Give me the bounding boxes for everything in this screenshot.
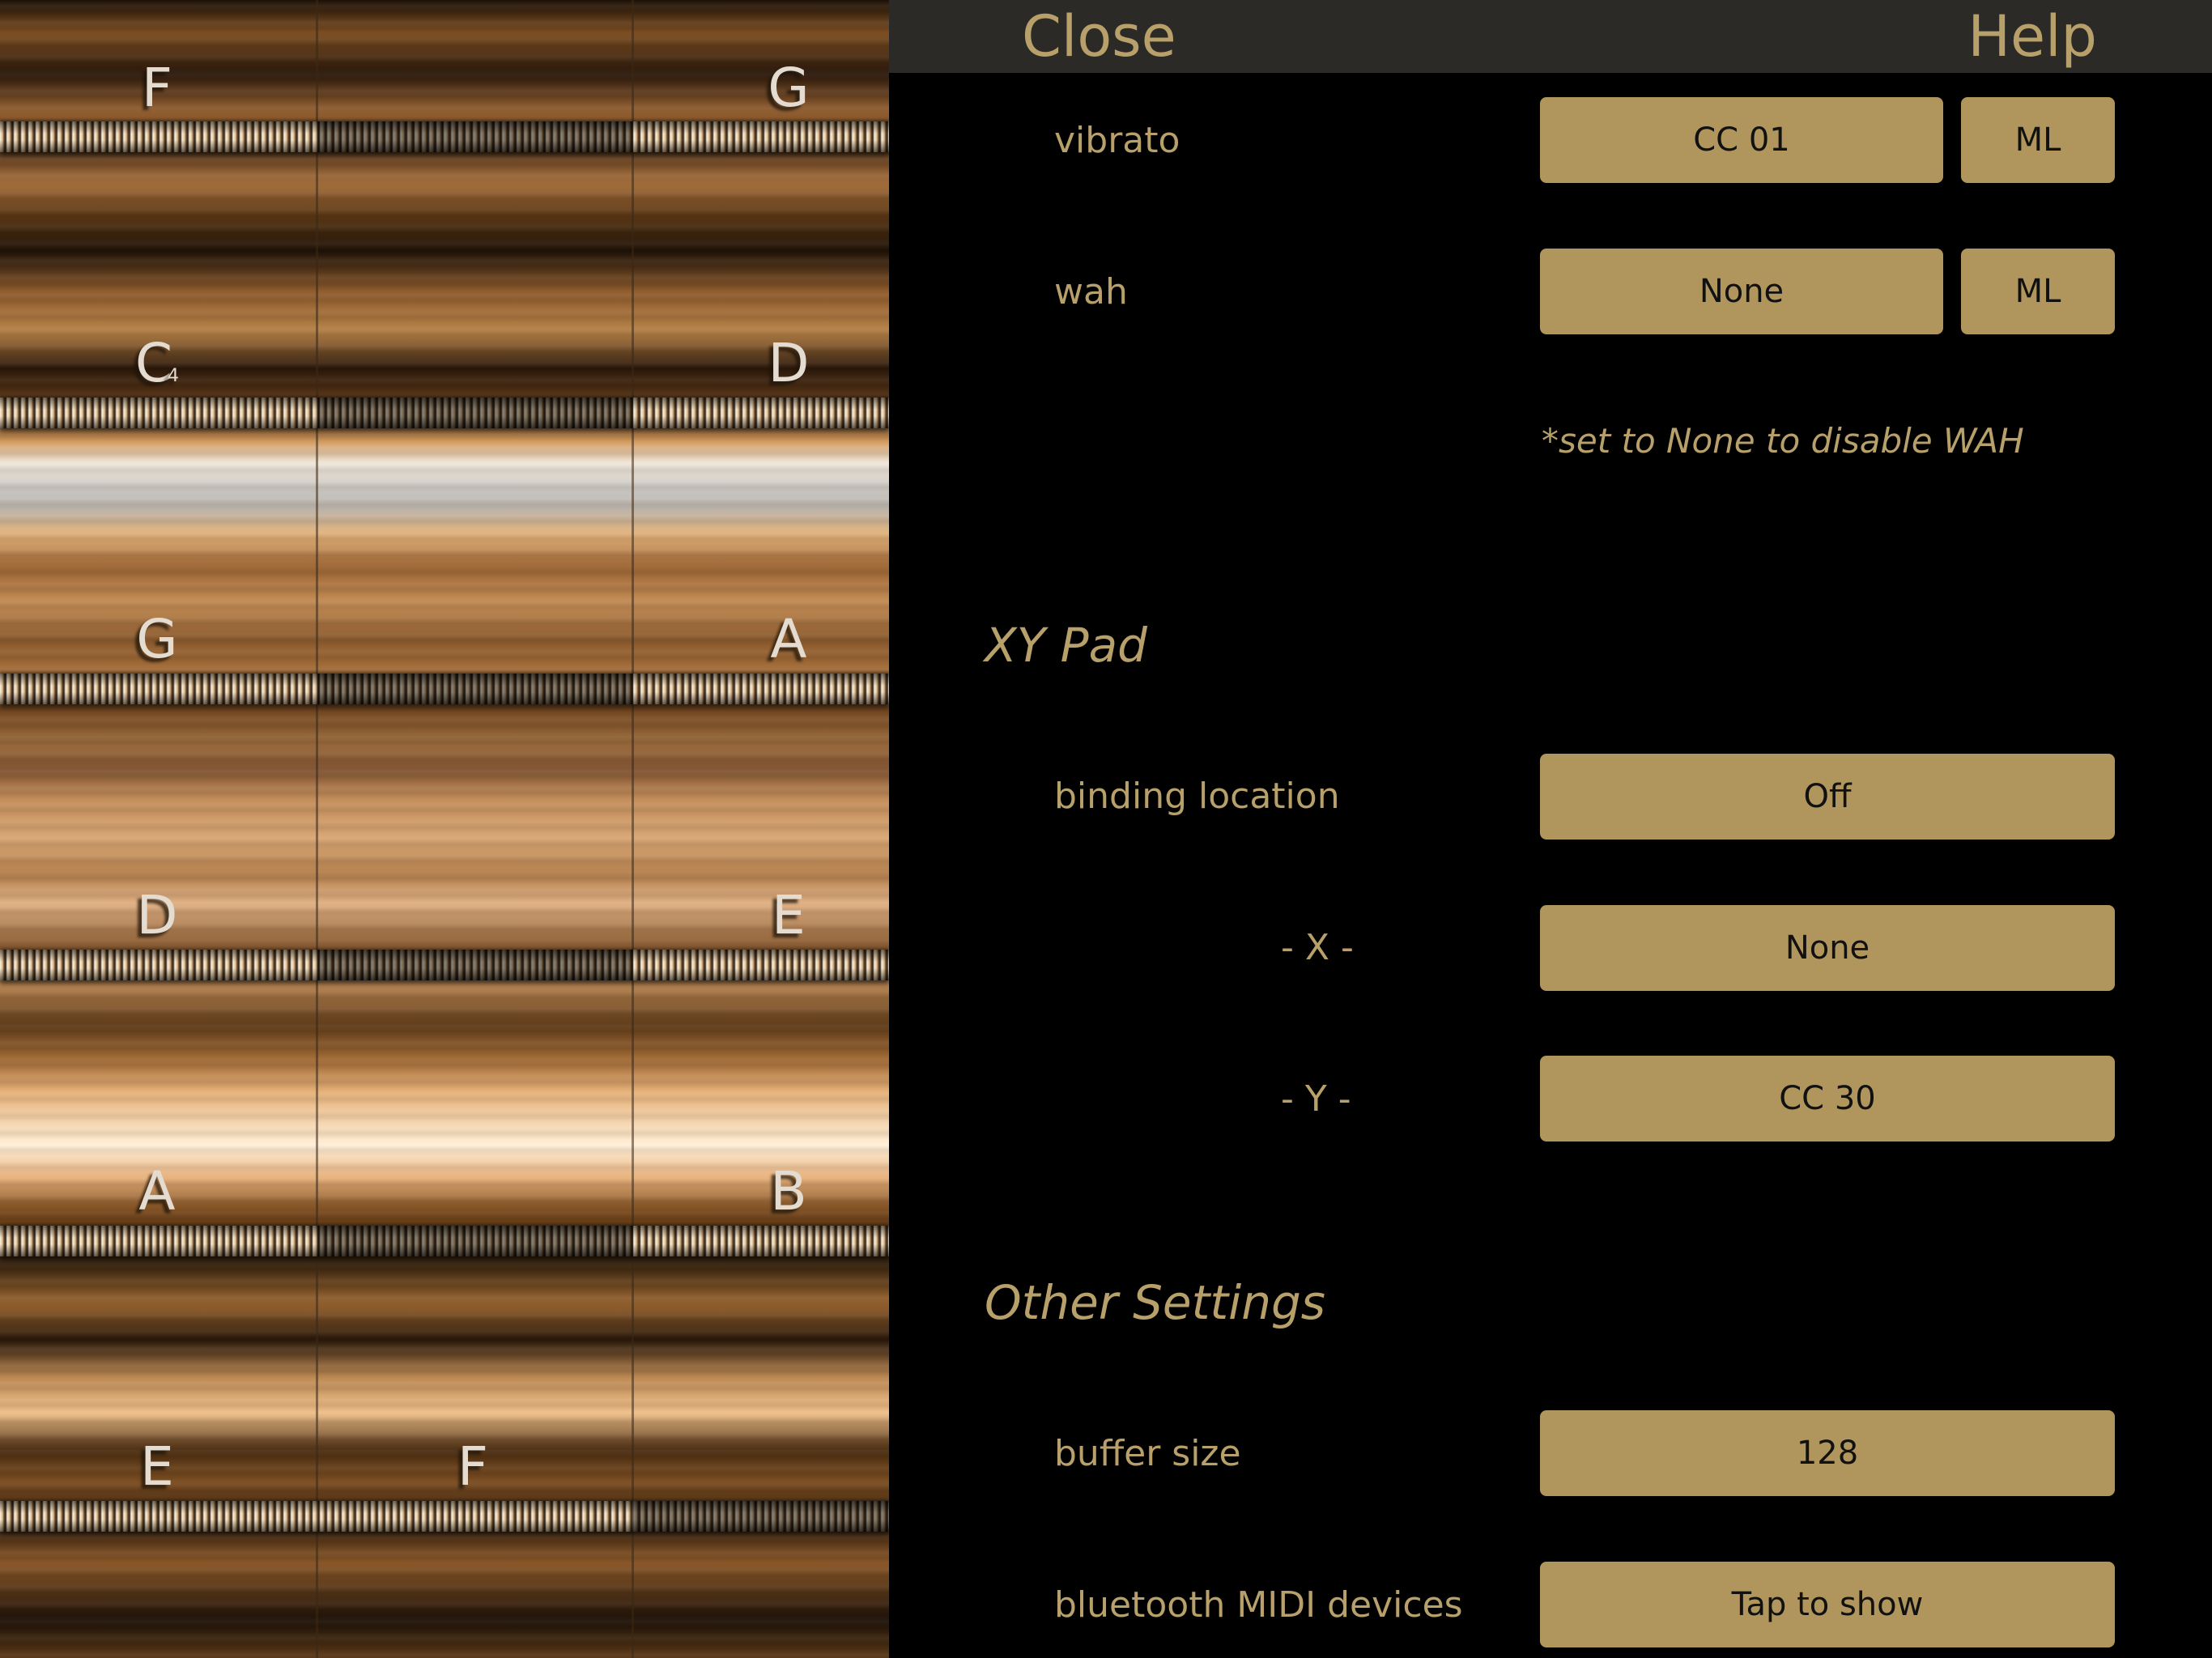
- string-6-shade: [633, 1501, 889, 1532]
- note-octave: 4: [168, 366, 180, 386]
- xy-y-label: - Y -: [1281, 1078, 1351, 1120]
- note-label: F: [142, 57, 172, 119]
- xy-y-button[interactable]: CC 30: [1540, 1056, 2115, 1141]
- note-label: D: [136, 884, 178, 946]
- buffer-size-label: buffer size: [1054, 1433, 1241, 1474]
- note-label: C4: [134, 332, 180, 394]
- string-3-shade: [317, 674, 633, 704]
- app-root: F G C4 D G A D E A B E F Close Help vibr…: [0, 0, 2212, 1658]
- fret-line: [316, 0, 318, 1658]
- string-1-shade: [317, 121, 633, 152]
- string-2-shade: [317, 397, 633, 428]
- top-bar: Close Help: [889, 0, 2212, 73]
- settings-panel: Close Help vibrato CC 01 ML wah None ML …: [889, 0, 2212, 1658]
- wah-label: wah: [1054, 271, 1128, 312]
- note-label: E: [772, 884, 806, 946]
- help-button[interactable]: Help: [1967, 3, 2097, 70]
- vibrato-cc-button[interactable]: CC 01: [1540, 97, 1943, 183]
- other-settings-section-title: Other Settings: [985, 1275, 1326, 1330]
- buffer-size-button[interactable]: 128: [1540, 1410, 2115, 1496]
- xy-x-button[interactable]: None: [1540, 905, 2115, 991]
- xy-x-label: - X -: [1281, 927, 1354, 968]
- note-label: G: [136, 608, 178, 670]
- vibrato-mode-button[interactable]: ML: [1961, 97, 2115, 183]
- string-5-shade: [317, 1226, 633, 1256]
- note-label: B: [770, 1160, 807, 1222]
- bluetooth-midi-button[interactable]: Tap to show: [1540, 1562, 2115, 1647]
- close-button[interactable]: Close: [1022, 3, 1176, 70]
- note-label: A: [138, 1160, 176, 1222]
- binding-location-button[interactable]: Off: [1540, 754, 2115, 840]
- fret-line: [632, 0, 634, 1658]
- instrument-string-surface[interactable]: F G C4 D G A D E A B E F: [0, 0, 889, 1658]
- bluetooth-midi-label: bluetooth MIDI devices: [1054, 1584, 1463, 1626]
- xy-pad-section-title: XY Pad: [985, 618, 1147, 673]
- wah-mode-button[interactable]: ML: [1961, 249, 2115, 334]
- note-label: F: [457, 1435, 488, 1498]
- note-label: D: [768, 332, 810, 394]
- wah-cc-button[interactable]: None: [1540, 249, 1943, 334]
- note-label: E: [140, 1435, 174, 1498]
- wah-disable-hint: *set to None to disable WAH: [1542, 421, 2024, 461]
- note-label: G: [768, 57, 810, 119]
- note-label: A: [770, 608, 807, 670]
- string-4-shade: [317, 950, 633, 980]
- vibrato-label: vibrato: [1054, 120, 1180, 161]
- binding-location-label: binding location: [1054, 776, 1340, 817]
